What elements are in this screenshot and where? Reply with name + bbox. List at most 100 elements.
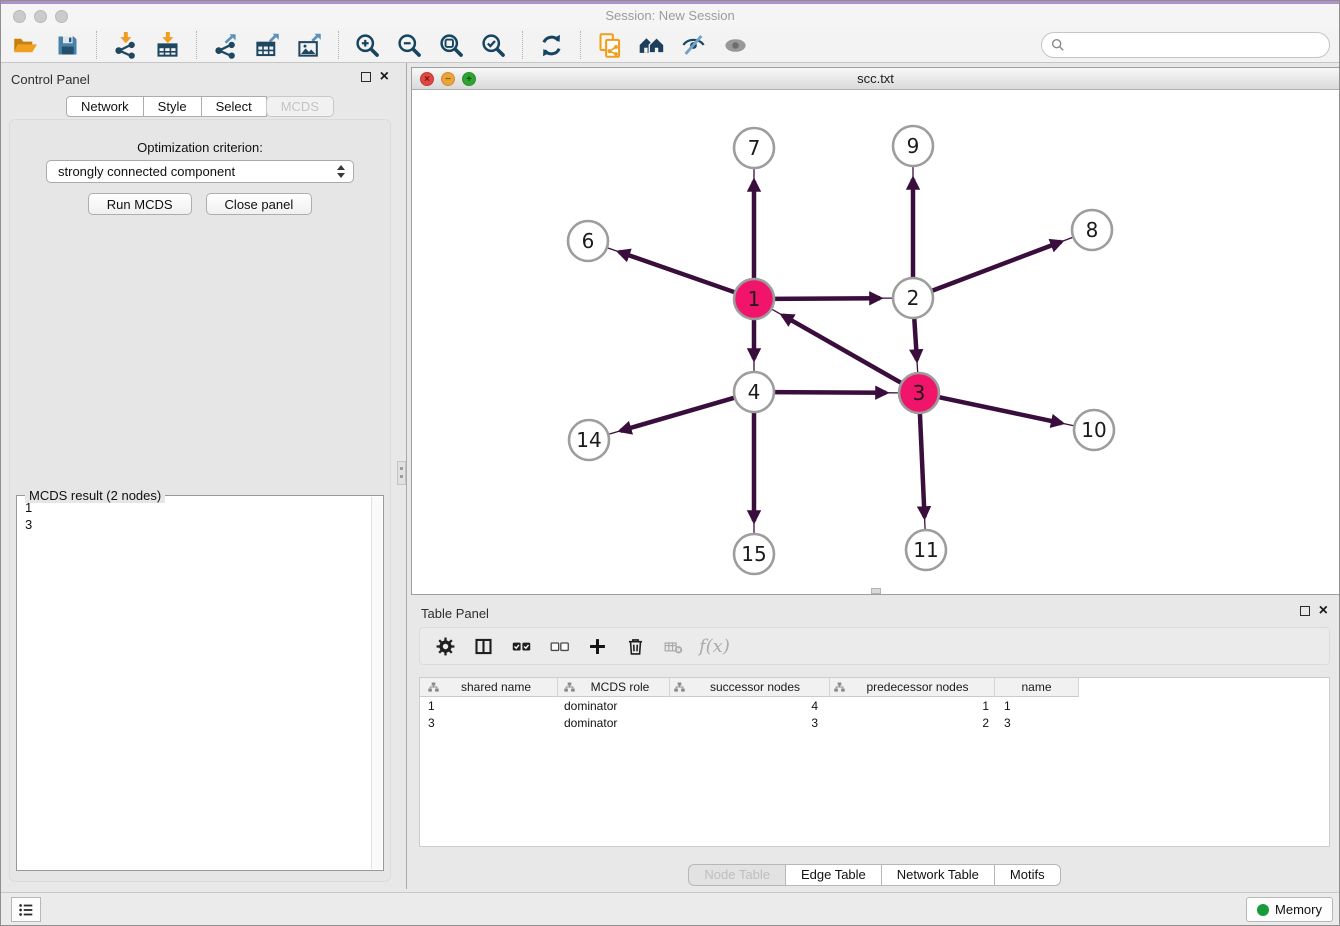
optimization-criterion-label: Optimization criterion: [10,140,390,155]
table-header-row: shared name MCDS role successor nodes pr… [420,678,1329,697]
search-field[interactable] [1041,32,1330,58]
tab-network[interactable]: Network [66,96,144,117]
graph-edge[interactable] [937,397,1062,423]
graph-node-label: 10 [1081,418,1106,442]
column-header-successor-nodes[interactable]: successor nodes [670,678,830,697]
delete-row-icon[interactable] [623,634,647,658]
run-mcds-button[interactable]: Run MCDS [88,193,192,215]
table-cell[interactable]: 1 [830,699,995,713]
table-cell[interactable]: 2 [830,716,995,730]
tab-network-table[interactable]: Network Table [881,864,995,886]
select-all-checkboxes-icon[interactable] [509,634,533,658]
table-toolbar: f(x) [419,627,1330,665]
search-input[interactable] [1070,35,1329,55]
control-panel-title: Control Panel [11,72,90,87]
open-session-button[interactable] [7,30,44,60]
export-network-button[interactable] [207,30,244,60]
attribute-icon [674,682,685,693]
column-header-shared-name[interactable]: shared name [420,678,558,697]
column-header-name[interactable]: name [995,678,1079,697]
memory-button[interactable]: Memory [1246,897,1333,922]
zoom-selected-button[interactable] [475,30,512,60]
table-row[interactable]: 3dominator323 [420,714,1329,731]
graph-node-label: 4 [748,380,761,404]
delete-table-icon-disabled [661,634,685,658]
table-cell[interactable]: 1 [995,699,1079,713]
control-panel: Control Panel × Network Style Select MCD… [1,63,399,892]
split-view-icon[interactable] [471,634,495,658]
main-area: Control Panel × Network Style Select MCD… [1,63,1339,892]
graph-edge[interactable] [920,411,925,517]
graph-node-label: 11 [913,538,938,562]
graph-node-label: 6 [582,229,595,253]
graph-edge[interactable] [930,242,1061,292]
table-cell[interactable]: 1 [420,699,558,713]
graph-node-label: 7 [748,136,761,160]
float-table-panel-icon[interactable] [1300,606,1310,616]
table-cell[interactable]: 3 [995,716,1079,730]
table-panel-title: Table Panel [421,606,489,621]
panel-splitter[interactable] [406,63,407,889]
zoom-fit-button[interactable] [433,30,470,60]
table-cell[interactable]: 4 [670,699,830,713]
optimization-criterion-select[interactable]: strongly connected component [46,160,354,183]
memory-label: Memory [1275,902,1322,917]
settings-gear-icon[interactable] [433,634,457,658]
close-panel-button[interactable]: Close panel [206,193,313,215]
table-body: 1dominator4113dominator323 [420,697,1329,731]
add-row-icon[interactable] [585,634,609,658]
attribute-icon [564,682,575,693]
tab-edge-table[interactable]: Edge Table [785,864,882,886]
graph-node-label: 9 [907,134,920,158]
table-panel: Table Panel × [411,597,1338,894]
float-panel-icon[interactable] [361,72,371,82]
graph-node-label: 8 [1086,218,1099,242]
graph-edge[interactable] [619,252,737,293]
graph-edge[interactable] [772,392,886,393]
close-table-panel-icon[interactable]: × [1319,605,1328,617]
table-row[interactable]: 1dominator411 [420,697,1329,714]
attribute-icon [428,682,439,693]
tab-select[interactable]: Select [201,96,267,117]
memory-status-icon [1257,904,1269,916]
graph-edge[interactable] [914,316,917,360]
table-cell[interactable]: 3 [670,716,830,730]
close-panel-icon[interactable]: × [380,71,389,83]
hide-panels-button[interactable] [675,30,712,60]
graph-node-label: 14 [576,428,601,452]
graph-node-label: 2 [907,286,920,310]
tab-node-table[interactable]: Node Table [688,864,786,886]
table-cell[interactable]: dominator [558,699,670,713]
import-table-button[interactable] [149,30,186,60]
main-toolbar [1,28,1339,63]
tab-motifs[interactable]: Motifs [994,864,1061,886]
mcds-result-list: 13 [17,499,370,868]
column-header-mcds-role[interactable]: MCDS role [558,678,670,697]
zoom-out-button[interactable] [391,30,428,60]
result-scrollbar[interactable] [371,497,382,869]
refresh-view-button[interactable] [533,30,570,60]
zoom-in-button[interactable] [349,30,386,60]
toolbar-separator [196,31,197,59]
table-cell[interactable]: 3 [420,716,558,730]
task-history-button[interactable] [11,897,41,922]
graph-edge[interactable] [772,298,880,299]
table-cell[interactable]: dominator [558,716,670,730]
show-panels-button[interactable] [717,30,754,60]
selected-option-label: strongly connected component [58,164,337,179]
import-network-button[interactable] [107,30,144,60]
tab-style[interactable]: Style [143,96,202,117]
network-canvas[interactable]: 1234678910111415 [412,90,1339,594]
tab-mcds[interactable]: MCDS [266,96,334,117]
graph-edge[interactable] [621,397,737,431]
export-image-button[interactable] [291,30,328,60]
panel-splitter-handle[interactable] [397,461,406,485]
column-header-predecessor-nodes[interactable]: predecessor nodes [830,678,995,697]
save-session-button[interactable] [49,30,86,60]
export-table-button[interactable] [249,30,286,60]
clone-network-button[interactable] [591,30,628,60]
canvas-splitter-handle[interactable] [871,588,881,594]
graph-edge[interactable] [783,315,904,384]
unselect-all-checkboxes-icon[interactable] [547,634,571,658]
home-view-button[interactable] [633,30,670,60]
